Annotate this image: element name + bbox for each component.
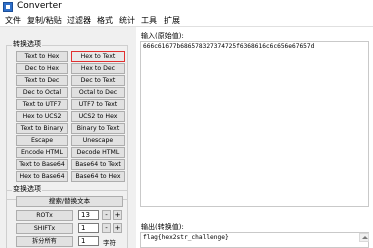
menu-format[interactable]: 格式 [97, 15, 113, 26]
utf7-to-text-button[interactable]: UTF7 to Text [71, 99, 125, 110]
hex-to-ucs2-button[interactable]: Hex to UCS2 [16, 111, 68, 122]
shift-increment-button[interactable]: + [113, 223, 122, 233]
converter-app-icon [3, 2, 13, 12]
menu-copy-paste[interactable]: 复制/粘贴 [27, 15, 62, 26]
text-to-utf7-button[interactable]: Text to UTF7 [16, 99, 68, 110]
split-unit-label: 字符 [103, 239, 116, 247]
rot-button[interactable]: ROTx [16, 210, 73, 221]
title-bar: Converter [0, 0, 373, 14]
shift-value-input[interactable]: 1 [78, 223, 99, 233]
conversion-options-title: 转换选项 [12, 39, 42, 49]
base64-to-text-button[interactable]: Base64 to Text [71, 159, 125, 170]
transform-options-title: 变换选项 [12, 184, 42, 194]
binary-to-text-button[interactable]: Binary to Text [71, 123, 125, 134]
encode-html-button[interactable]: Encode HTML [16, 147, 68, 158]
menu-filter[interactable]: 过滤器 [67, 15, 91, 26]
dec-to-text-button[interactable]: Dec to Text [71, 75, 125, 86]
shift-decrement-button[interactable]: - [102, 223, 111, 233]
menu-bar: 文件 复制/粘贴 过滤器 格式 统计 工具 扩展 [0, 14, 373, 27]
chevron-up-icon[interactable] [359, 233, 369, 242]
dec-to-octal-button[interactable]: Dec to Octal [16, 87, 68, 98]
menu-tools[interactable]: 工具 [141, 15, 157, 26]
text-to-base64-button[interactable]: Text to Base64 [16, 159, 68, 170]
text-to-dec-button[interactable]: Text to Dec [16, 75, 68, 86]
text-to-hex-button[interactable]: Text to Hex [16, 51, 68, 62]
hex-to-text-button[interactable]: Hex to Text [71, 51, 125, 62]
base64-to-hex-button[interactable]: Base64 to Hex [71, 171, 125, 182]
hex-to-base64-button[interactable]: Hex to Base64 [16, 171, 68, 182]
rot-value-input[interactable]: 13 [78, 210, 99, 220]
output-label: 输出(转换值): [141, 223, 184, 231]
octal-to-dec-button[interactable]: Octal to Dec [71, 87, 125, 98]
shift-button[interactable]: SHIFTx [16, 223, 73, 234]
rot-decrement-button[interactable]: - [102, 210, 111, 220]
menu-file[interactable]: 文件 [5, 15, 21, 26]
split-all-button[interactable]: 拆分所有 [16, 236, 73, 247]
rot-increment-button[interactable]: + [113, 210, 122, 220]
left-panel: 转换选项 Text to Hex Hex to Text Dec to Hex … [0, 27, 136, 248]
unescape-button[interactable]: Unescape [71, 135, 125, 146]
dec-to-hex-button[interactable]: Dec to Hex [16, 63, 68, 74]
window-title: Converter [17, 1, 62, 11]
decode-html-button[interactable]: Decode HTML [71, 147, 125, 158]
right-panel: 输入(原始值): 666c61677b686578327374725f63686… [136, 27, 373, 248]
input-label: 输入(原始值): [141, 32, 184, 40]
menu-extensions[interactable]: 扩展 [164, 15, 180, 26]
input-textarea[interactable]: 666c61677b686578327374725f6368616c6c656e… [140, 41, 369, 207]
search-replace-button[interactable]: 搜索/替换文本 [16, 196, 123, 207]
menu-statistics[interactable]: 统计 [119, 15, 135, 26]
output-textarea[interactable]: flag{hex2str_challenge} [140, 232, 369, 248]
text-to-binary-button[interactable]: Text to Binary [16, 123, 68, 134]
ucs2-to-hex-button[interactable]: UCS2 to Hex [71, 111, 125, 122]
hex-to-dec-button[interactable]: Hex to Dec [71, 63, 125, 74]
escape-button[interactable]: Escape [16, 135, 68, 146]
split-value-input[interactable]: 1 [78, 236, 99, 246]
